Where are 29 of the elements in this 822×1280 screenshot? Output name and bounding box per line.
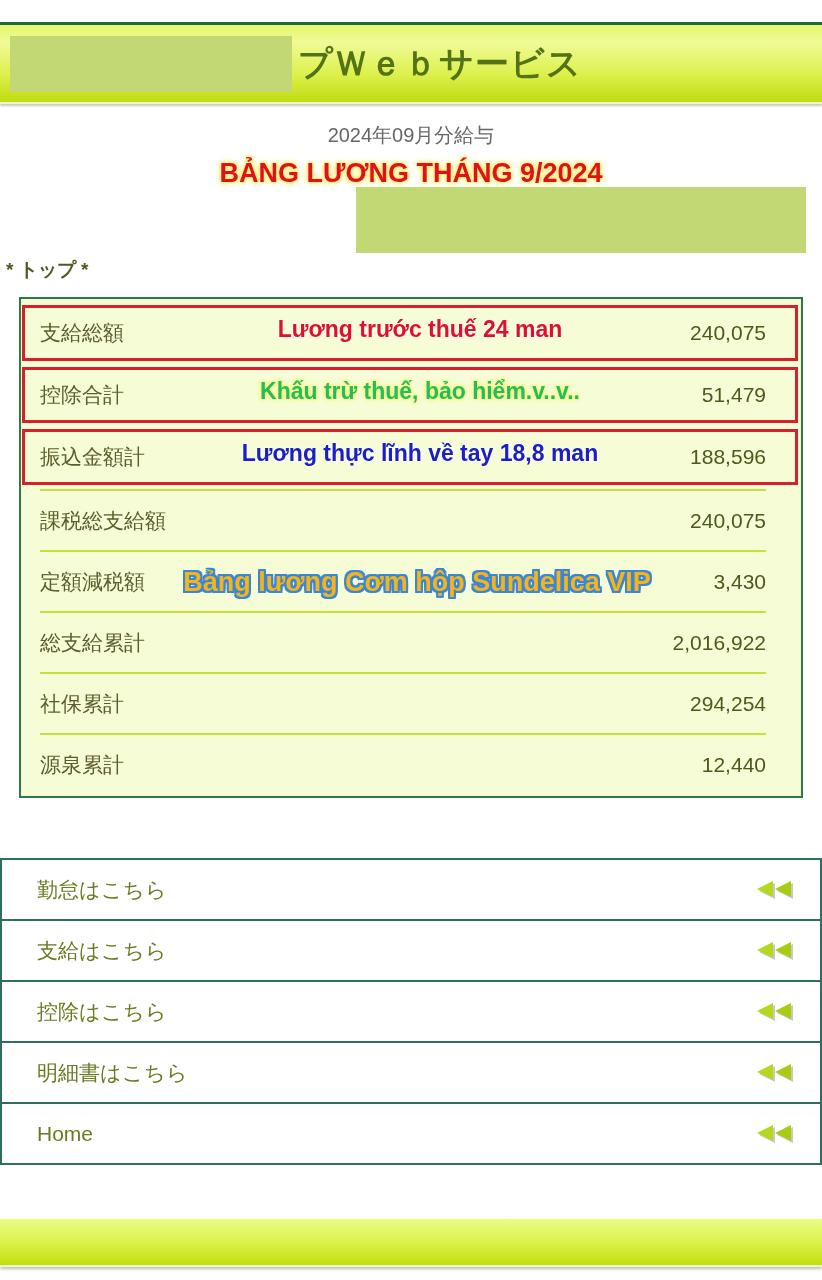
row-label: 社保累計 <box>40 690 124 717</box>
double-left-triangle-icon <box>757 1124 795 1143</box>
row-label: 控除合計 <box>40 382 124 408</box>
row-label: 定額減税額 <box>40 568 145 595</box>
row-value: 12,440 <box>701 752 766 777</box>
row-label: 総支給累計 <box>40 629 145 656</box>
annotation-text: Lương thực lĩnh về tay 18,8 man <box>241 439 599 468</box>
row-label: 振込金額計 <box>40 444 145 470</box>
double-left-triangle-icon <box>757 1002 795 1021</box>
section-title: * トップ * <box>6 259 89 280</box>
annotation-text: Khấu trừ thuế, bảo hiểm.v..v.. <box>260 377 580 406</box>
double-left-triangle-icon <box>757 941 795 960</box>
period-title: 2024年09月分給与 <box>327 124 495 146</box>
row-label: 支給総額 <box>40 320 124 346</box>
row-value: 188,596 <box>690 445 766 469</box>
banner-annotation: BẢNG LƯƠNG THÁNG 9/2024 <box>219 156 603 190</box>
row-label: 源泉累計 <box>40 751 124 778</box>
row-value: 2,016,922 <box>672 630 766 655</box>
row-value: 51,479 <box>701 383 766 407</box>
row-value: 3,430 <box>713 569 766 594</box>
row-value: 240,075 <box>690 321 766 345</box>
annotation-text: Bảng lương Cơm hộp Sundelica VIP <box>183 566 651 597</box>
row-label: 課税総支給額 <box>40 507 166 534</box>
header-title: プＷｅｂサービス <box>298 42 582 84</box>
row-value: 240,075 <box>690 508 766 533</box>
double-left-triangle-icon <box>757 1063 795 1082</box>
row-value: 294,254 <box>690 691 766 716</box>
annotation-text: Lương trước thuế 24 man <box>277 315 563 344</box>
double-left-triangle-icon <box>757 880 795 899</box>
